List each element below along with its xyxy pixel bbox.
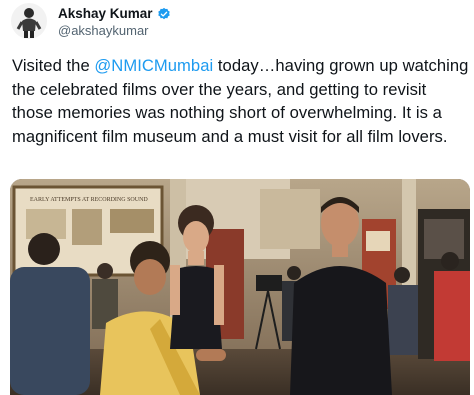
profile-photo	[11, 3, 47, 39]
tweet-text: Visited the @NMICMumbai today…having gro…	[12, 54, 470, 148]
avatar[interactable]	[11, 3, 47, 39]
user-handle[interactable]: @akshaykumar	[58, 23, 149, 38]
verified-badge-icon	[157, 7, 171, 21]
display-name[interactable]: Akshay Kumar	[58, 6, 153, 21]
tweet-header: Akshay Kumar @akshaykumar	[0, 0, 474, 50]
tweet-photo[interactable]: EARLY ATTEMPTS AT RECORDING SOUND	[10, 179, 470, 395]
poster-text: EARLY ATTEMPTS AT RECORDING SOUND	[30, 197, 148, 203]
tweet-text-start: Visited the	[12, 56, 95, 75]
museum-photo: EARLY ATTEMPTS AT RECORDING SOUND	[10, 179, 470, 395]
mention-link[interactable]: @NMICMumbai	[94, 56, 213, 75]
name-row: Akshay Kumar	[58, 6, 171, 21]
